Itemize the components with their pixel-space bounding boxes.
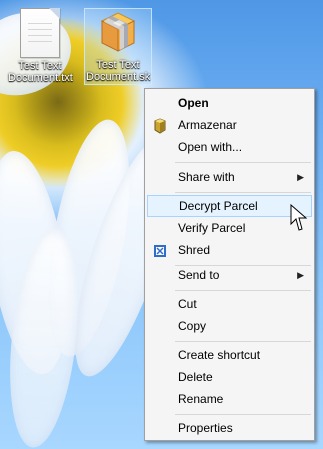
menu-item-label: Cut bbox=[178, 297, 197, 311]
desktop-icon-label: Test Text Document.sk bbox=[86, 59, 151, 83]
menu-item-shred[interactable]: Shred bbox=[147, 239, 312, 261]
menu-item-label: Delete bbox=[178, 370, 213, 384]
menu-item-label: Armazenar bbox=[178, 118, 237, 132]
menu-item-properties[interactable]: Properties bbox=[147, 417, 312, 439]
desktop-icon-parcel-document[interactable]: Test Text Document.sk bbox=[84, 8, 152, 85]
menu-item-label: Decrypt Parcel bbox=[179, 199, 258, 213]
shred-icon bbox=[154, 245, 166, 257]
submenu-arrow-icon: ▶ bbox=[297, 270, 304, 280]
menu-item-open-with[interactable]: Open with... bbox=[147, 136, 312, 158]
menu-item-label: Open bbox=[178, 96, 209, 110]
submenu-arrow-icon: ▶ bbox=[297, 172, 304, 182]
menu-item-armazenar[interactable]: Armazenar bbox=[147, 114, 312, 136]
mouse-cursor-icon bbox=[290, 204, 308, 231]
menu-item-decrypt-parcel[interactable]: Decrypt Parcel bbox=[147, 195, 312, 217]
menu-separator bbox=[175, 290, 311, 291]
menu-item-send-to[interactable]: Send to ▶ bbox=[147, 264, 312, 286]
menu-item-label: Open with... bbox=[178, 140, 243, 154]
menu-item-label: Rename bbox=[178, 392, 224, 406]
menu-separator bbox=[175, 162, 311, 163]
menu-item-share-with[interactable]: Share with ▶ bbox=[147, 166, 312, 188]
menu-separator bbox=[175, 414, 311, 415]
menu-separator bbox=[175, 341, 311, 342]
menu-item-create-shortcut[interactable]: Create shortcut bbox=[147, 344, 312, 366]
menu-item-label: Send to bbox=[178, 268, 220, 282]
desktop-icon-text-document[interactable]: Test Text Document.txt bbox=[8, 8, 73, 84]
menu-item-open[interactable]: Open bbox=[147, 92, 312, 114]
menu-item-label: Share with bbox=[178, 170, 235, 184]
desktop-background: Test Text Document.txt Test Text Documen… bbox=[0, 0, 323, 449]
menu-item-cut[interactable]: Cut bbox=[147, 293, 312, 315]
menu-item-verify-parcel[interactable]: Verify Parcel bbox=[147, 217, 312, 239]
menu-item-rename[interactable]: Rename bbox=[147, 388, 312, 410]
menu-item-copy[interactable]: Copy bbox=[147, 315, 312, 337]
menu-item-label: Shred bbox=[178, 243, 211, 257]
menu-separator bbox=[175, 192, 311, 193]
menu-item-label: Verify Parcel bbox=[178, 221, 246, 235]
armazenar-icon bbox=[154, 118, 166, 134]
context-menu: Open Armazenar Open with... Share with ▶… bbox=[144, 88, 315, 441]
menu-item-label: Copy bbox=[178, 319, 207, 333]
menu-item-label: Create shortcut bbox=[178, 348, 261, 362]
menu-item-delete[interactable]: Delete bbox=[147, 366, 312, 388]
menu-item-label: Properties bbox=[178, 421, 233, 435]
parcel-document-icon bbox=[100, 12, 136, 52]
text-document-icon bbox=[20, 8, 60, 58]
desktop-icon-label: Test Text Document.txt bbox=[8, 60, 73, 84]
